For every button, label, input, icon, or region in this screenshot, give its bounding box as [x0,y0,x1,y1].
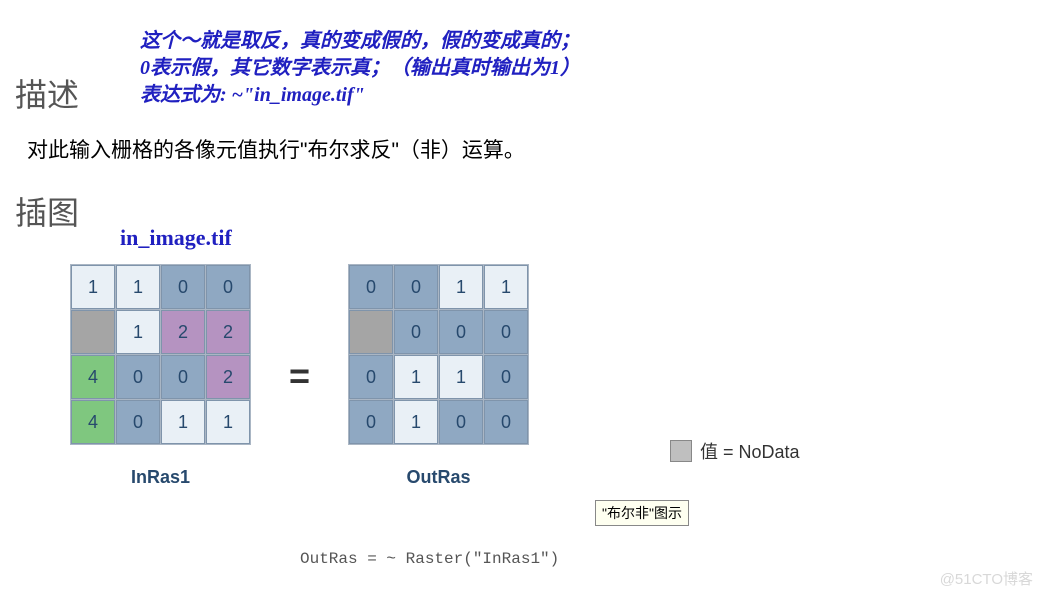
raster-cell: 2 [206,310,250,354]
raster-cell: 0 [439,400,483,444]
legend-swatch [670,440,692,462]
outras-grid: 001100001100100 [348,264,529,445]
raster-cell: 4 [71,400,115,444]
raster-cell [71,310,115,354]
raster-cell: 1 [484,265,528,309]
raster-cell: 2 [206,355,250,399]
raster-cell: 1 [206,400,250,444]
raster-cell: 1 [394,355,438,399]
raster-cell: 0 [484,400,528,444]
raster-cell: 0 [116,400,160,444]
inras-block: 110012240024011 InRas1 [70,264,251,488]
raster-cell: 2 [161,310,205,354]
raster-cell: 1 [116,310,160,354]
outras-block: 001100001100100 OutRas [348,264,529,488]
raster-cell: 1 [439,265,483,309]
raster-cell: 0 [484,310,528,354]
outras-label: OutRas [407,467,471,488]
raster-cell: 0 [484,355,528,399]
raster-cell: 0 [349,400,393,444]
raster-cell: 1 [116,265,160,309]
annotation-block: 这个～就是取反，真的变成假的，假的变成真的； 0表示假，其它数字表示真；（输出真… [140,28,580,109]
raster-cell: 1 [71,265,115,309]
raster-cell: 1 [394,400,438,444]
code-line: OutRas = ~ Raster("InRas1") [300,550,559,568]
raster-cell: 1 [439,355,483,399]
raster-cell: 0 [394,310,438,354]
raster-cell: 1 [161,400,205,444]
raster-cell: 0 [394,265,438,309]
inras-grid: 110012240024011 [70,264,251,445]
inras-label: InRas1 [131,467,190,488]
watermark: @51CTO博客 [940,568,1033,589]
raster-cell: 0 [206,265,250,309]
raster-cell: 0 [349,265,393,309]
raster-cell: 4 [71,355,115,399]
raster-cell: 0 [161,355,205,399]
tooltip-box: "布尔非"图示 [595,500,689,526]
illustration-wrap: 110012240024011 InRas1 = 001100001100100… [70,264,1028,488]
raster-cell: 0 [349,355,393,399]
annotation-line1: 这个～就是取反，真的变成假的，假的变成真的； [140,28,580,55]
equals-sign: = [289,355,310,397]
raster-cell: 0 [439,310,483,354]
raster-cell: 0 [116,355,160,399]
raster-cell [349,310,393,354]
annotation-line3: 表达式为: ~"in_image.tif" [140,82,580,109]
legend-text: 值 = NoData [700,438,800,464]
in-image-label: in_image.tif [120,225,232,251]
raster-cell: 0 [161,265,205,309]
description-text: 对此输入栅格的各像元值执行"布尔求反"（非）运算。 [27,134,1028,164]
legend: 值 = NoData [670,438,800,464]
annotation-line2: 0表示假，其它数字表示真；（输出真时输出为1） [140,55,580,82]
